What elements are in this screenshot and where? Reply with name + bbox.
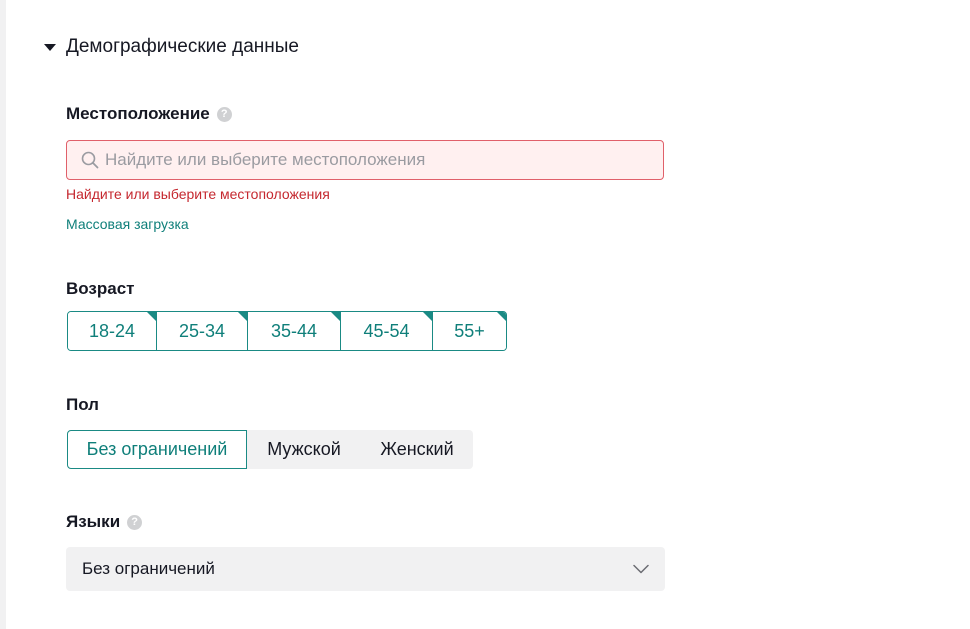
gender-label: Пол xyxy=(66,395,99,414)
section-toggle[interactable]: Демографические данные xyxy=(44,34,299,60)
age-option-label: 35-44 xyxy=(270,320,318,341)
location-label-row: Местоположение ? xyxy=(66,104,232,124)
languages-label: Языки xyxy=(66,512,121,531)
caret-down-icon xyxy=(44,44,56,51)
age-label: Возраст xyxy=(66,279,135,298)
age-button-group: 18-24 25-34 35-44 45-54 55+ xyxy=(67,311,507,351)
question-circle-icon[interactable]: ? xyxy=(216,106,232,122)
selected-corner-icon xyxy=(238,312,247,321)
location-search-field[interactable] xyxy=(66,140,664,180)
selected-corner-icon xyxy=(497,312,506,321)
search-icon xyxy=(81,151,99,169)
languages-select[interactable]: Без ограничений xyxy=(66,547,665,591)
gender-option-label: Без ограничений xyxy=(86,439,228,459)
gender-label-row: Пол xyxy=(66,395,99,415)
selected-corner-icon xyxy=(423,312,432,321)
question-circle-icon[interactable]: ? xyxy=(127,514,143,530)
gender-option-male[interactable]: Мужской xyxy=(247,430,361,469)
gender-button-group: Без ограничений Мужской Женский xyxy=(67,430,473,469)
age-option-label: 18-24 xyxy=(88,320,136,341)
languages-selected-value: Без ограничений xyxy=(82,559,215,578)
age-option-35-44[interactable]: 35-44 xyxy=(248,312,341,350)
selected-corner-icon xyxy=(331,312,340,321)
gender-option-label: Женский xyxy=(380,439,454,459)
chevron-down-icon xyxy=(633,564,649,574)
age-option-18-24[interactable]: 18-24 xyxy=(68,312,157,350)
location-label: Местоположение xyxy=(66,104,210,123)
bulk-upload-link[interactable]: Массовая загрузка xyxy=(66,216,189,232)
age-option-label: 45-54 xyxy=(363,320,410,341)
age-option-label: 55+ xyxy=(454,320,485,341)
demographics-panel: Демографические данные Местоположение ? … xyxy=(0,0,970,629)
gender-option-any[interactable]: Без ограничений xyxy=(67,430,247,469)
gender-option-label: Мужской xyxy=(267,439,341,459)
languages-label-row: Языки ? xyxy=(66,512,143,532)
age-option-45-54[interactable]: 45-54 xyxy=(341,312,433,350)
left-edge-divider xyxy=(0,0,6,629)
age-option-label: 25-34 xyxy=(178,320,226,341)
age-option-55-plus[interactable]: 55+ xyxy=(433,312,506,350)
age-label-row: Возраст xyxy=(66,279,135,299)
age-option-25-34[interactable]: 25-34 xyxy=(157,312,248,350)
gender-option-female[interactable]: Женский xyxy=(361,430,473,469)
section-title: Демографические данные xyxy=(66,36,299,57)
selected-corner-icon xyxy=(147,312,156,321)
location-error-message: Найдите или выберите местоположения xyxy=(66,186,330,202)
location-search-input[interactable] xyxy=(105,150,645,170)
